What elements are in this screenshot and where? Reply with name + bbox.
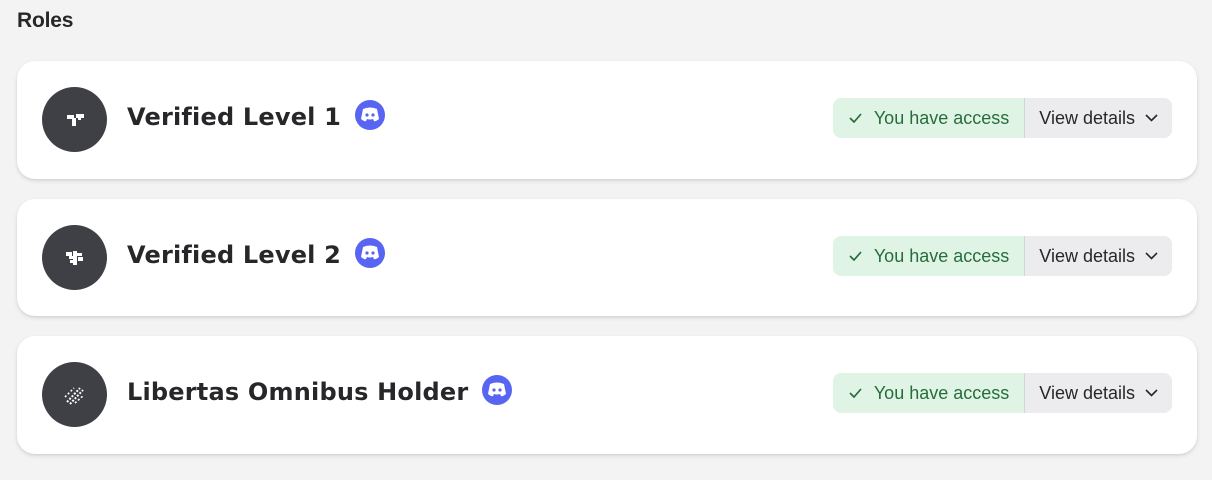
role-avatar	[42, 225, 107, 290]
view-details-button[interactable]: View details	[1025, 98, 1172, 138]
role-card: Verified Level 2 You have access View de…	[17, 199, 1197, 316]
plant-icon	[65, 250, 83, 265]
chevron-down-icon	[1145, 252, 1158, 260]
access-group: You have access View details	[832, 236, 1172, 276]
access-status-badge: You have access	[832, 236, 1026, 276]
roles-section-title: Roles	[17, 9, 74, 32]
role-name: Libertas Omnibus Holder	[127, 375, 513, 408]
access-group: You have access View details	[832, 373, 1172, 413]
access-group: You have access View details	[832, 98, 1172, 138]
role-card: Libertas Omnibus Holder You have access …	[17, 336, 1197, 454]
discord-icon	[355, 238, 386, 268]
check-icon	[849, 251, 862, 261]
view-details-button[interactable]: View details	[1025, 236, 1172, 276]
role-name: Verified Level 2	[127, 238, 386, 271]
sprout-icon	[66, 113, 84, 126]
lightning-icon	[63, 386, 85, 405]
role-list: Verified Level 1 You have access View de…	[17, 61, 1197, 474]
check-icon	[849, 113, 862, 123]
role-name: Verified Level 1	[127, 100, 386, 133]
role-avatar	[42, 87, 107, 152]
discord-icon	[355, 100, 386, 130]
chevron-down-icon	[1145, 389, 1158, 397]
check-icon	[849, 388, 862, 398]
view-details-button[interactable]: View details	[1025, 373, 1172, 413]
access-status-badge: You have access	[832, 373, 1026, 413]
role-avatar	[42, 362, 107, 427]
role-card: Verified Level 1 You have access View de…	[17, 61, 1197, 179]
discord-icon	[482, 375, 513, 405]
access-status-badge: You have access	[832, 98, 1026, 138]
chevron-down-icon	[1145, 114, 1158, 122]
